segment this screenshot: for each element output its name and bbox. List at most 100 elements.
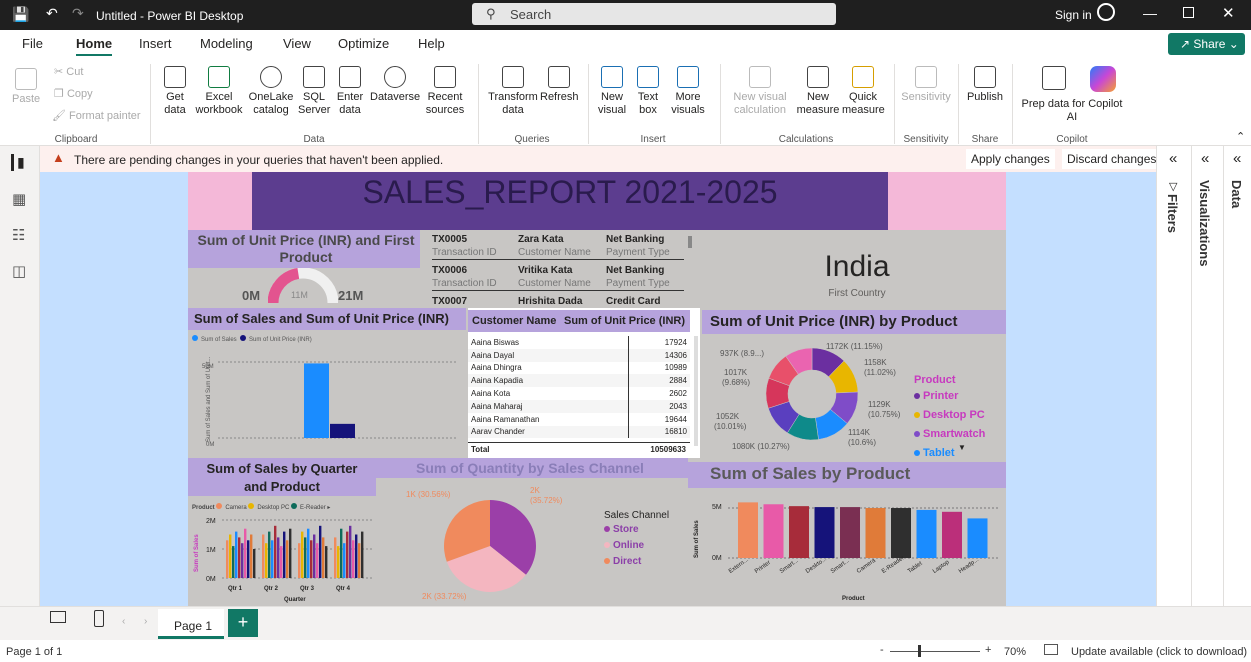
fit-page-icon[interactable] bbox=[1044, 644, 1058, 655]
sales-channel-pie[interactable]: Sum of Quantity by Sales Channel 1K (30.… bbox=[376, 458, 688, 606]
tab-view[interactable]: View bbox=[283, 36, 311, 51]
pie-legend-item[interactable]: Direct bbox=[604, 556, 641, 567]
page-tab-1[interactable]: Page 1 bbox=[158, 609, 224, 639]
collapse-filters-icon[interactable]: « bbox=[1169, 150, 1177, 167]
scrollbar[interactable] bbox=[688, 236, 692, 248]
customer-table[interactable]: Customer Name Sum of Unit Price (INR) Aa… bbox=[468, 308, 700, 458]
col-customer-name[interactable]: Customer Name bbox=[472, 315, 556, 327]
gauge-visual[interactable]: Sum of Unit Price (INR) and First Produc… bbox=[188, 230, 428, 308]
dataverse-button[interactable]: Dataverse bbox=[370, 66, 420, 104]
quick-measure-button[interactable]: Quick measure bbox=[842, 66, 885, 117]
table-row[interactable]: Aaina Dayal 14306 bbox=[468, 348, 690, 362]
legend-dot bbox=[914, 450, 920, 456]
pie-label-direct: 1K (30.56%) bbox=[406, 490, 451, 499]
transform-data-button[interactable]: Transform data bbox=[486, 66, 540, 117]
legend-dot bbox=[604, 526, 610, 532]
dax-view-icon[interactable]: ◫ bbox=[12, 262, 26, 280]
donut-legend-item[interactable]: Smartwatch bbox=[914, 428, 985, 440]
sales-by-product-chart[interactable]: Sum of Sales by Product Sum of Sales 5M … bbox=[688, 458, 1006, 606]
save-icon[interactable]: 💾 bbox=[12, 6, 29, 23]
table-row[interactable]: Aaina Dhingra 10989 bbox=[468, 361, 690, 375]
share-button[interactable]: ↗ Share ⌄ bbox=[1168, 33, 1245, 55]
collapse-visualizations-icon[interactable]: « bbox=[1201, 150, 1209, 167]
legend-more-icon[interactable]: ▼ bbox=[958, 443, 966, 452]
data-pane-tab[interactable]: Data bbox=[1229, 180, 1244, 208]
transactions-card[interactable]: TX0005 Transaction ID Zara Kata Customer Na… bbox=[428, 230, 708, 308]
table-row[interactable]: Aaina Ramanathan 19644 bbox=[468, 412, 690, 426]
paste-button[interactable]: Paste bbox=[12, 68, 40, 106]
apply-changes-button[interactable]: Apply changes bbox=[966, 149, 1055, 169]
desktop-layout-icon[interactable] bbox=[50, 611, 66, 623]
recent-sources-button[interactable]: Recent sources bbox=[422, 66, 468, 117]
onelake-button[interactable]: OneLake catalog bbox=[247, 66, 295, 117]
publish-button[interactable]: Publish bbox=[964, 66, 1006, 104]
table-scrollbar[interactable] bbox=[694, 336, 698, 446]
mobile-layout-icon[interactable] bbox=[94, 610, 104, 627]
table-row[interactable]: Aaina Kapadia 2884 bbox=[468, 374, 690, 388]
table-row[interactable]: Aaina Kota 2602 bbox=[468, 387, 690, 400]
copilot-icon[interactable] bbox=[1090, 66, 1116, 92]
discard-changes-button[interactable]: Discard changes bbox=[1062, 149, 1162, 169]
tab-home[interactable]: Home bbox=[76, 36, 113, 56]
model-view-icon[interactable]: ☷ bbox=[12, 226, 25, 244]
new-measure-button[interactable]: New measure bbox=[796, 66, 840, 117]
get-data-button[interactable]: Get data bbox=[158, 66, 192, 117]
refresh-button[interactable]: Refresh bbox=[540, 66, 579, 104]
zoom-thumb[interactable] bbox=[918, 645, 921, 657]
enter-data-button[interactable]: Enter data bbox=[334, 66, 366, 117]
tab-modeling[interactable]: Modeling bbox=[200, 36, 253, 51]
tab-optimize[interactable]: Optimize bbox=[338, 36, 389, 51]
sign-in-button[interactable]: Sign in bbox=[1055, 8, 1092, 22]
filters-pane-tab[interactable]: Filters bbox=[1165, 194, 1180, 233]
tab-insert[interactable]: Insert bbox=[139, 36, 172, 51]
account-icon[interactable] bbox=[1097, 3, 1115, 21]
update-available-link[interactable]: Update available (click to download) bbox=[1071, 646, 1247, 658]
table-view-icon[interactable]: ▦ bbox=[12, 190, 26, 208]
copy-button[interactable]: ❐ Copy bbox=[54, 88, 93, 101]
cut-button[interactable]: ✂ Cut bbox=[54, 66, 83, 79]
table-row[interactable]: Aarav Chander 16810 bbox=[468, 425, 690, 439]
sensitivity-button[interactable]: Sensitivity bbox=[900, 66, 952, 104]
zoom-out-icon[interactable]: - bbox=[880, 644, 884, 656]
tab-help[interactable]: Help bbox=[418, 36, 445, 51]
new-visual-calc-button[interactable]: New visual calculation bbox=[728, 66, 792, 117]
donut-visual[interactable]: Sum of Unit Price (INR) by Product 1172K… bbox=[702, 308, 1006, 458]
donut-legend-item[interactable]: Desktop PC bbox=[914, 409, 985, 421]
zoom-slider[interactable] bbox=[890, 651, 980, 652]
more-visuals-button[interactable]: More visuals bbox=[666, 66, 710, 117]
format-painter-button[interactable]: 🖌 Format painter bbox=[52, 110, 141, 123]
donut-legend-item[interactable]: Tablet bbox=[914, 447, 955, 458]
copy-icon: ❐ bbox=[54, 88, 64, 100]
zoom-in-icon[interactable]: + bbox=[985, 644, 991, 656]
col-unit-price[interactable]: Sum of Unit Price (INR) bbox=[564, 315, 685, 327]
excel-button[interactable]: Excel workbook bbox=[195, 66, 243, 117]
redo-icon[interactable]: ↷ bbox=[72, 5, 84, 22]
visualizations-pane-tab[interactable]: Visualizations bbox=[1197, 180, 1212, 266]
donut-legend-item[interactable]: Printer bbox=[914, 390, 958, 402]
minimize-icon[interactable]: — bbox=[1143, 5, 1157, 21]
pie-legend-item[interactable]: Store bbox=[604, 524, 639, 535]
quarter-chart[interactable]: Sum of Sales by Quarter and Product Prod… bbox=[188, 458, 376, 606]
undo-icon[interactable]: ↶ bbox=[46, 5, 58, 22]
new-visual-button[interactable]: New visual bbox=[596, 66, 628, 117]
pie-legend-item[interactable]: Online bbox=[604, 540, 644, 551]
report-view-icon[interactable]: ▮ bbox=[11, 154, 25, 171]
add-page-button[interactable]: + bbox=[228, 609, 258, 637]
table-row[interactable]: Aaina Maharaj 2043 bbox=[468, 399, 690, 413]
donut-label: 1172K (11.15%) bbox=[826, 342, 883, 351]
text-box-button[interactable]: Text box bbox=[634, 66, 662, 117]
sql-server-button[interactable]: SQL Server bbox=[298, 66, 330, 117]
tab-file[interactable]: File bbox=[22, 36, 43, 51]
quarter-title: Sum of Sales by Quarter and Product bbox=[206, 461, 358, 494]
country-card[interactable]: India First Country bbox=[708, 230, 1006, 308]
prev-page-icon[interactable]: ‹ bbox=[122, 616, 125, 627]
collapse-data-icon[interactable]: « bbox=[1233, 150, 1241, 167]
prep-data-button[interactable]: Prep data for Copilot AI bbox=[1016, 98, 1128, 124]
search-input[interactable]: ⚲ Search bbox=[472, 3, 836, 25]
close-icon[interactable]: ✕ bbox=[1222, 4, 1235, 22]
sales-unit-chart[interactable]: Sum of Sales and Sum of Unit Price (INR)… bbox=[188, 308, 468, 458]
next-page-icon[interactable]: › bbox=[144, 616, 147, 627]
restore-icon[interactable] bbox=[1183, 7, 1194, 18]
table-row[interactable]: Aaina Biswas 17924 bbox=[468, 336, 690, 349]
collapse-ribbon-icon[interactable]: ⌃ bbox=[1236, 130, 1245, 143]
